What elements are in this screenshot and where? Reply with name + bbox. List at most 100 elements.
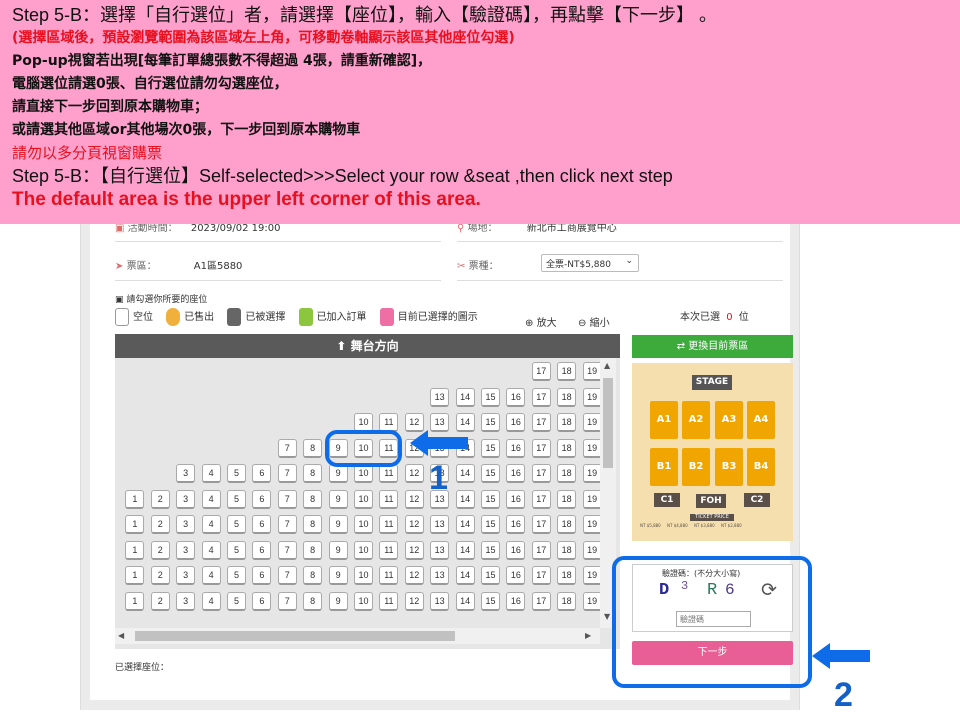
seat[interactable]: 11 (379, 591, 399, 611)
seat[interactable]: 8 (303, 489, 323, 509)
seat[interactable]: 2 (150, 489, 170, 509)
change-area-button[interactable]: ⇄ 更換目前票區 (632, 335, 793, 358)
seat[interactable]: 14 (455, 464, 475, 483)
seat[interactable]: 6 (252, 489, 272, 509)
seat[interactable]: 18 (557, 464, 577, 483)
seat[interactable]: 12 (404, 464, 424, 483)
block-b1[interactable]: B1 (650, 448, 678, 486)
seat[interactable]: 16 (506, 464, 526, 483)
seat[interactable]: 19 (582, 362, 602, 381)
seat[interactable]: 16 (506, 438, 526, 458)
seat[interactable]: 12 (404, 566, 424, 585)
seat[interactable]: 5 (227, 540, 246, 560)
seat[interactable]: 7 (277, 591, 297, 611)
seat[interactable]: 16 (506, 566, 526, 585)
seat[interactable]: 14 (455, 540, 475, 560)
seat[interactable]: 9 (328, 515, 348, 534)
seat[interactable]: 6 (252, 566, 272, 585)
seat[interactable]: 1 (125, 566, 145, 585)
block-b4[interactable]: B4 (747, 448, 775, 486)
zoom-out-button[interactable]: ⊖ 縮小 (578, 314, 610, 329)
seat[interactable]: 4 (201, 515, 221, 534)
vertical-scroll-thumb[interactable] (603, 378, 613, 468)
seat[interactable]: 5 (227, 464, 246, 483)
seat[interactable]: 17 (531, 362, 551, 381)
scroll-left-icon[interactable]: ◀ (118, 631, 124, 640)
horizontal-scroll-thumb[interactable] (135, 631, 455, 641)
seat[interactable]: 10 (354, 566, 373, 585)
seat[interactable]: 18 (557, 515, 577, 534)
seat[interactable]: 19 (582, 387, 602, 407)
seat[interactable]: 4 (201, 464, 221, 483)
seat[interactable]: 9 (328, 566, 348, 585)
seat[interactable]: 15 (481, 566, 500, 585)
seat[interactable]: 19 (582, 540, 602, 560)
seat[interactable]: 10 (354, 540, 373, 560)
seat[interactable]: 7 (277, 540, 297, 560)
seat[interactable]: 11 (379, 515, 399, 534)
seat[interactable]: 18 (557, 566, 577, 585)
block-a1[interactable]: A1 (650, 401, 678, 439)
seat[interactable]: 11 (379, 489, 399, 509)
seat[interactable]: 6 (252, 591, 272, 611)
seat[interactable]: 8 (303, 464, 323, 483)
seat[interactable]: 14 (455, 566, 475, 585)
block-b3[interactable]: B3 (715, 448, 743, 486)
seat[interactable]: 17 (531, 515, 551, 534)
seat[interactable]: 13 (430, 566, 450, 585)
seat[interactable]: 4 (201, 591, 221, 611)
seat[interactable]: 12 (404, 515, 424, 534)
seat[interactable]: 7 (277, 438, 297, 458)
seat[interactable]: 3 (176, 566, 196, 585)
seat[interactable]: 19 (582, 489, 602, 509)
scroll-right-icon[interactable]: ▶ (585, 631, 591, 640)
block-c2[interactable]: C2 (744, 493, 770, 507)
seat[interactable]: 12 (404, 540, 424, 560)
seat[interactable]: 6 (252, 540, 272, 560)
seat[interactable]: 16 (506, 387, 526, 407)
seat[interactable]: 6 (252, 515, 272, 534)
seat[interactable]: 4 (201, 489, 221, 509)
seat[interactable]: 7 (277, 515, 297, 534)
seat[interactable]: 3 (176, 540, 196, 560)
seat[interactable]: 2 (150, 540, 170, 560)
seat[interactable]: 17 (531, 540, 551, 560)
seat[interactable]: 13 (430, 387, 450, 407)
zoom-in-button[interactable]: ⊕ 放大 (525, 314, 557, 329)
seat[interactable]: 15 (481, 515, 500, 534)
seat[interactable]: 8 (303, 540, 323, 560)
seat[interactable]: 10 (354, 591, 373, 611)
seat[interactable]: 19 (582, 515, 602, 534)
seat[interactable]: 7 (277, 489, 297, 509)
seat[interactable]: 2 (150, 515, 170, 534)
seat[interactable]: 1 (125, 489, 145, 509)
seat[interactable]: 16 (506, 591, 526, 611)
seat[interactable]: 10 (354, 489, 373, 509)
seat[interactable]: 17 (531, 566, 551, 585)
seat[interactable]: 1 (125, 591, 145, 611)
seat[interactable]: 4 (201, 566, 221, 585)
seat[interactable]: 18 (557, 438, 577, 458)
block-a4[interactable]: A4 (747, 401, 775, 439)
seat[interactable]: 2 (150, 566, 170, 585)
seat[interactable]: 19 (582, 464, 602, 483)
seat[interactable]: 16 (506, 489, 526, 509)
seat[interactable]: 19 (582, 438, 602, 458)
seat[interactable]: 15 (481, 387, 500, 407)
seat[interactable]: 6 (252, 464, 272, 483)
venue-minimap[interactable]: STAGE A1 A2 A3 A4 B1 B2 B3 B4 C1 FOH C2 … (632, 363, 793, 541)
seat[interactable]: 10 (354, 515, 373, 534)
seat[interactable]: 13 (430, 591, 450, 611)
seat[interactable]: 17 (531, 413, 551, 432)
seat[interactable]: 13 (430, 540, 450, 560)
seat[interactable]: 8 (303, 566, 323, 585)
scroll-up-icon[interactable]: ▲ (604, 361, 610, 370)
scroll-down-icon[interactable]: ▼ (604, 612, 610, 621)
seat[interactable]: 5 (227, 566, 246, 585)
seat[interactable]: 3 (176, 591, 196, 611)
seat[interactable]: 2 (150, 591, 170, 611)
seat[interactable]: 15 (481, 489, 500, 509)
seat[interactable]: 18 (557, 540, 577, 560)
seat[interactable]: 15 (481, 591, 500, 611)
seat[interactable]: 9 (328, 591, 348, 611)
